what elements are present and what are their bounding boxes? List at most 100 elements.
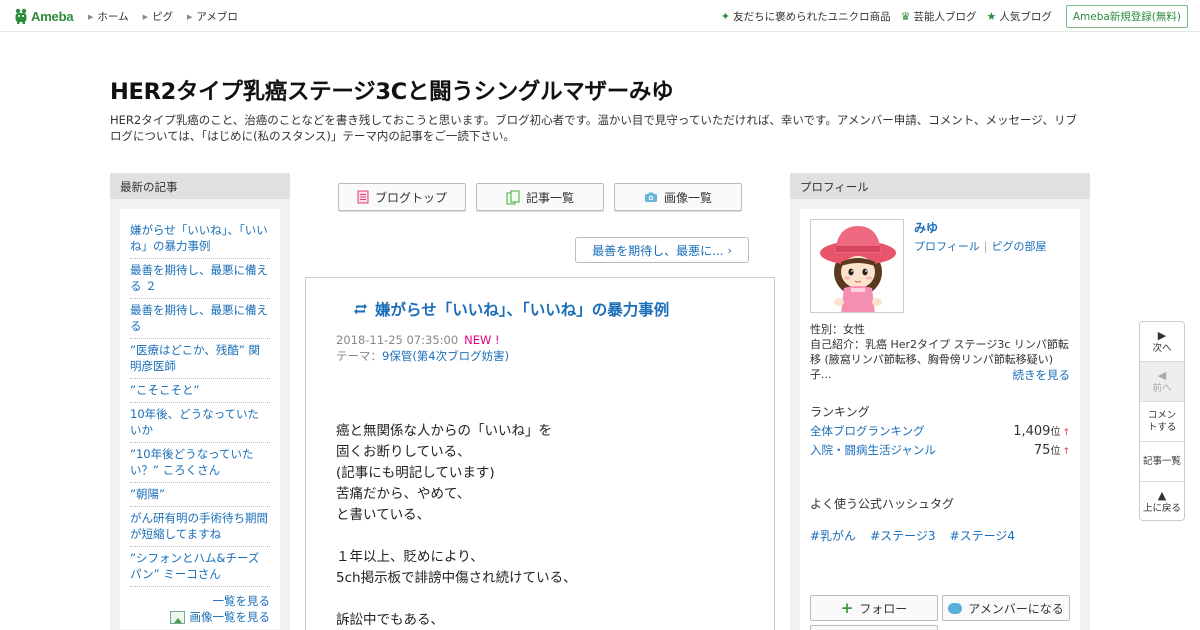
recent-entry-item[interactable]: 最善を期待し、最悪に備える ２ [130,259,270,299]
chevron-right-icon: ▶ [186,12,193,21]
chevron-right-icon: › [727,243,732,257]
recent-entry-item[interactable]: ”10年後どうなっていたい？” ころくさん [130,443,270,483]
triangle-up-icon: ▲ [1157,489,1167,502]
avatar[interactable] [810,219,904,313]
blog-description: HER2タイプ乳癌のこと、治癌のことなどを書き残しておこうと思います。ブログ初心… [110,113,1077,143]
view-list-link[interactable]: 一覧を見る [130,593,271,609]
image-icon [169,610,185,624]
more-button-edge[interactable] [810,625,938,630]
hashtag-link[interactable]: #ステージ4 [950,527,1015,544]
next-entry-button[interactable]: 最善を期待し、最悪に... › [575,237,749,263]
tab-entry-list[interactable]: 記事一覧 [476,183,604,211]
next-label: 次へ [1152,342,1172,354]
floating-nav: ▶ 次へ ◀ 前へ コメントする 記事一覧 ▲ 上に戻る [1139,321,1185,521]
tab-image-list-label: 画像一覧 [663,190,712,205]
link-separator: | [983,240,988,253]
recent-entry-item[interactable]: 嫌がらせ「いいね」、「いいね」の暴力事例 [130,219,270,259]
recent-entry-item[interactable]: がん研有明の手術待ち期間が短縮してますね [130,507,270,547]
body-line: と書いている、 [336,507,431,523]
ranking-unit: 位 [1050,427,1061,438]
ranking-value: 75位 ↑ [1034,442,1070,458]
ranking-value: 1,409位 ↑ [1013,423,1070,439]
profile-heading: プロフィール [790,173,1090,199]
theme-link[interactable]: 9保管(第4次ブログ妨害) [382,349,509,363]
ranking-label[interactable]: 全体ブログランキング [810,423,925,439]
recent-entry-item[interactable]: ”医療はどこか、残酷” 関明彦医師 [130,339,270,379]
article-datetime: 2018-11-25 07:35:00 [336,333,459,347]
view-images-link[interactable]: 画像一覧を見る [130,609,270,625]
popular-blog-label: 人気ブログ [999,11,1052,23]
copy-icon [506,190,520,204]
ameba-logo[interactable]: Ameba [14,7,74,25]
ameba-logo-icon [15,8,27,24]
recent-entry-item[interactable]: 最善を期待し、最悪に備える [130,299,270,339]
read-more-link[interactable]: 続きを見る [1013,367,1071,383]
nav-pigg-label: ピグ [151,11,173,23]
article-title-text: 嫌がらせ「いいね」、「いいね」の暴力事例 [375,301,670,319]
recent-entry-item[interactable]: ”こそこそと” [130,379,270,403]
nav-pigg[interactable]: ▶ ピグ [143,9,173,24]
ranking-number: 1,409 [1013,424,1051,439]
blog-title[interactable]: HER2タイプ乳癌ステージ3Cと闘うシングルマザーみゆ [110,74,674,106]
body-line [336,589,577,610]
body-line: 5ch掲示板で誹謗中傷され続けている、 [336,570,577,586]
profile-link[interactable]: プロフィール [914,240,980,253]
hashtag-link[interactable]: #乳がん [810,527,856,544]
logo-text: Ameba [31,8,74,24]
follow-button[interactable]: + フォロー [810,595,938,621]
entry-list-label: 記事一覧 [1142,455,1181,467]
ranking-row: 入院・闘病生活ジャンル 75位 ↑ [810,442,1070,458]
prev-button: ◀ 前へ [1140,362,1184,402]
recent-entry-item[interactable]: 10年後、どうなっていたいか [130,403,270,443]
nav-ameblo[interactable]: ▶ アメブロ [187,9,238,24]
sparkle-icon: ✦ [720,10,731,23]
hashtag-heading: よく使う公式ハッシュタグ [810,497,955,511]
uniqlo-link-label: 友だちに褒められたユニクロ商品 [733,11,891,23]
pigg-room-link[interactable]: ピグの部屋 [992,240,1047,253]
body-line: 固くお断りしている、 [336,444,471,460]
entry-list-button[interactable]: 記事一覧 [1140,442,1184,482]
comment-label: コメントする [1147,409,1177,433]
recent-entry-item[interactable]: ”朝陽” [130,483,270,507]
popular-blog-link[interactable]: ★ 人気ブログ [986,9,1051,24]
recent-entry-item[interactable]: ”シフォンとハム&チーズパン” ミーコさん [130,547,270,587]
chat-bubble-icon [948,602,963,614]
signup-button[interactable]: Ameba新規登録(無料) [1065,5,1188,28]
body-line [336,526,577,547]
profile-sidebar: プロフィール みゆ プロフィール | ピグの部屋 性別：女性 自己紹介：乳癌 H… [790,173,1090,630]
tab-entry-list-label: 記事一覧 [525,190,574,205]
follow-label: フォロー [859,601,908,616]
tab-image-list[interactable]: 画像一覧 [614,183,742,211]
body-line: 苦痛だから、やめて、 [336,486,471,502]
play-right-icon: ▶ [1157,328,1167,342]
amember-button[interactable]: アメンバーになる [942,595,1070,621]
avatar-illustration [811,220,903,312]
back-to-top-button[interactable]: ▲ 上に戻る [1140,482,1184,522]
top-right-links: ✦ 友だちに褒められたユニクロ商品 ♛ 芸能人ブログ ★ 人気ブログ Ameba新規登… [711,5,1188,28]
ranking-unit: 位 [1050,446,1061,457]
ranking-number: 75 [1033,443,1051,458]
comment-button[interactable]: コメントする [1140,402,1184,442]
chevron-right-icon: ▶ [88,12,94,21]
recent-entries-sidebar: 最新の記事 嫌がらせ「いいね」、「いいね」の暴力事例 最善を期待し、最悪に備える… [110,173,290,630]
trend-up-icon: ↑ [1062,447,1070,457]
next-entry-label: 最善を期待し、最悪に... [592,243,724,258]
body-line: 訴訟中でもある、 [336,612,444,628]
back-to-top-label: 上に戻る [1142,503,1181,514]
ranking-heading: ランキング [810,405,870,419]
nav-home[interactable]: ▶ ホーム [88,9,129,24]
hashtag-link[interactable]: #ステージ3 [870,527,935,544]
uniqlo-link[interactable]: ✦ 友だちに褒められたユニクロ商品 [721,9,891,24]
ranking-label[interactable]: 入院・闘病生活ジャンル [810,442,936,458]
nav-ameblo-label: アメブロ [196,11,238,23]
profile-name[interactable]: みゆ [914,219,938,236]
plus-icon: + [840,599,854,617]
body-line: (記事にも明記しています) [336,465,495,481]
celebrity-blog-label: 芸能人ブログ [913,11,977,23]
article-title[interactable]: 嫌がらせ「いいね」、「いいね」の暴力事例 [353,298,669,320]
next-button[interactable]: ▶ 次へ [1140,322,1184,362]
crown-icon: ♛ [900,10,911,23]
tab-blog-top[interactable]: ブログトップ [338,183,466,211]
chevron-right-icon: ▶ [142,12,148,21]
celebrity-blog-link[interactable]: ♛ 芸能人ブログ [901,9,977,24]
